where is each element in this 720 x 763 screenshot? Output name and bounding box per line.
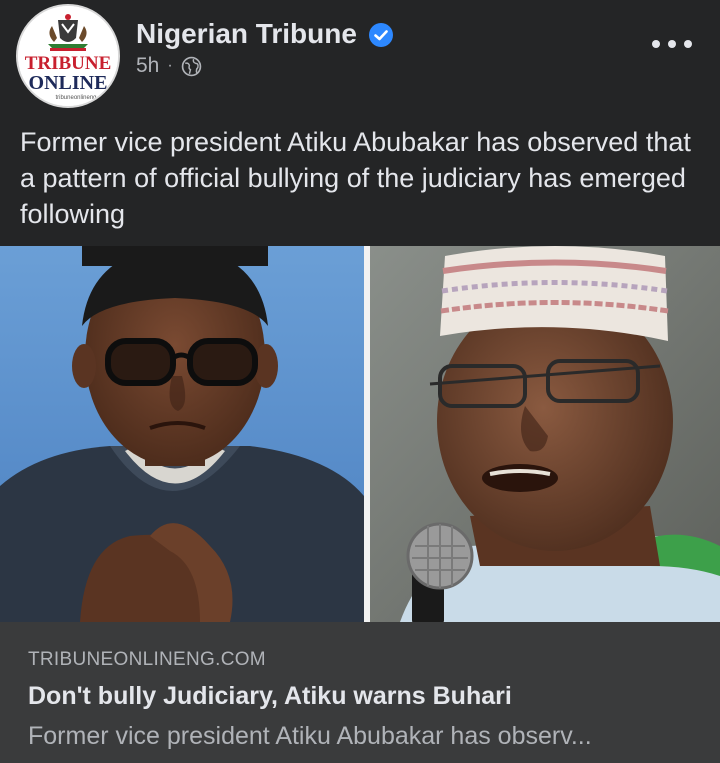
link-domain: TRIBUNEONLINENG.COM xyxy=(28,649,266,670)
photo-left xyxy=(0,246,364,622)
facebook-post: TRIBUNE ONLINE tribuneonlineng Nigerian … xyxy=(0,0,720,763)
post-header: TRIBUNE ONLINE tribuneonlineng Nigerian … xyxy=(0,0,720,118)
logo-line2: ONLINE xyxy=(29,72,108,94)
logo-line1: TRIBUNE xyxy=(25,53,112,74)
photo-divider xyxy=(364,246,370,622)
meta-separator: · xyxy=(167,57,173,74)
post-image[interactable] xyxy=(0,246,720,622)
post-caption: Former vice president Atiku Abubakar has… xyxy=(20,127,691,229)
page-avatar[interactable]: TRIBUNE ONLINE tribuneonlineng xyxy=(16,4,120,108)
link-title[interactable]: Don't bully Judiciary, Atiku warns Buhar… xyxy=(28,682,512,711)
page-name[interactable]: Nigerian Tribune xyxy=(136,18,357,50)
more-options-icon[interactable] xyxy=(652,32,692,56)
verified-badge-icon xyxy=(369,23,393,47)
more-dot xyxy=(684,40,692,48)
logo-small-text: tribuneonlineng xyxy=(55,95,96,101)
globe-icon xyxy=(181,56,201,76)
photo-right xyxy=(370,246,720,622)
post-meta: 5h · xyxy=(136,54,202,78)
tribune-online-logo: TRIBUNE ONLINE tribuneonlineng xyxy=(18,6,118,106)
more-dot xyxy=(652,40,660,48)
link-description: Former vice president Atiku Abubakar has… xyxy=(28,722,592,750)
link-preview[interactable]: TRIBUNEONLINENG.COM Don't bully Judiciar… xyxy=(0,622,720,763)
more-dot xyxy=(668,40,676,48)
post-time[interactable]: 5h xyxy=(136,54,159,78)
